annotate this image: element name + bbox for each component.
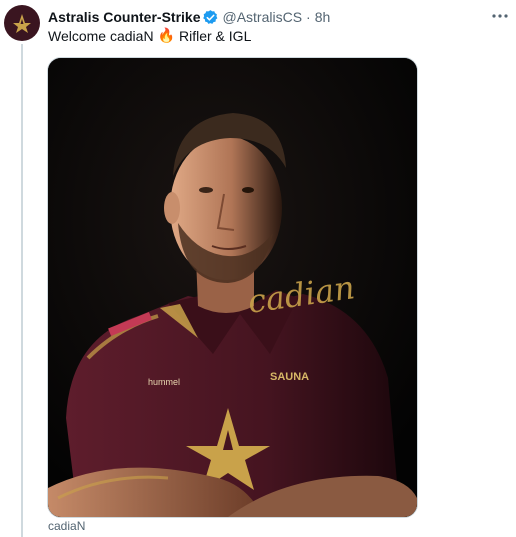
thread-line [21, 44, 23, 537]
more-options-icon[interactable] [490, 9, 510, 23]
sponsor-text: SAUNA [270, 371, 309, 383]
tweet-text-role: Rifler & IGL [179, 28, 252, 44]
astralis-logo-icon [13, 14, 31, 33]
tweet-media-image[interactable]: hummel SAUNA cadian [47, 57, 418, 518]
author-handle[interactable]: @AstralisCS [222, 9, 302, 25]
player-portrait: hummel SAUNA cadian [48, 58, 417, 517]
kit-brand-text: hummel [148, 377, 180, 387]
verified-badge-icon [202, 9, 219, 26]
tweet-timestamp[interactable]: 8h [315, 9, 331, 25]
fire-emoji-icon: 🔥 [157, 28, 175, 44]
avatar[interactable] [4, 5, 40, 41]
media-caption: cadiaN [48, 519, 86, 533]
tweet-header: Astralis Counter-Strike @AstralisCS · 8h [48, 7, 486, 27]
tweet-text-welcome: Welcome cadiaN [48, 28, 154, 44]
tweet-text: Welcome cadiaN 🔥 Rifler & IGL [48, 28, 251, 44]
author-display-name[interactable]: Astralis Counter-Strike [48, 9, 200, 25]
separator-dot: · [306, 9, 311, 25]
